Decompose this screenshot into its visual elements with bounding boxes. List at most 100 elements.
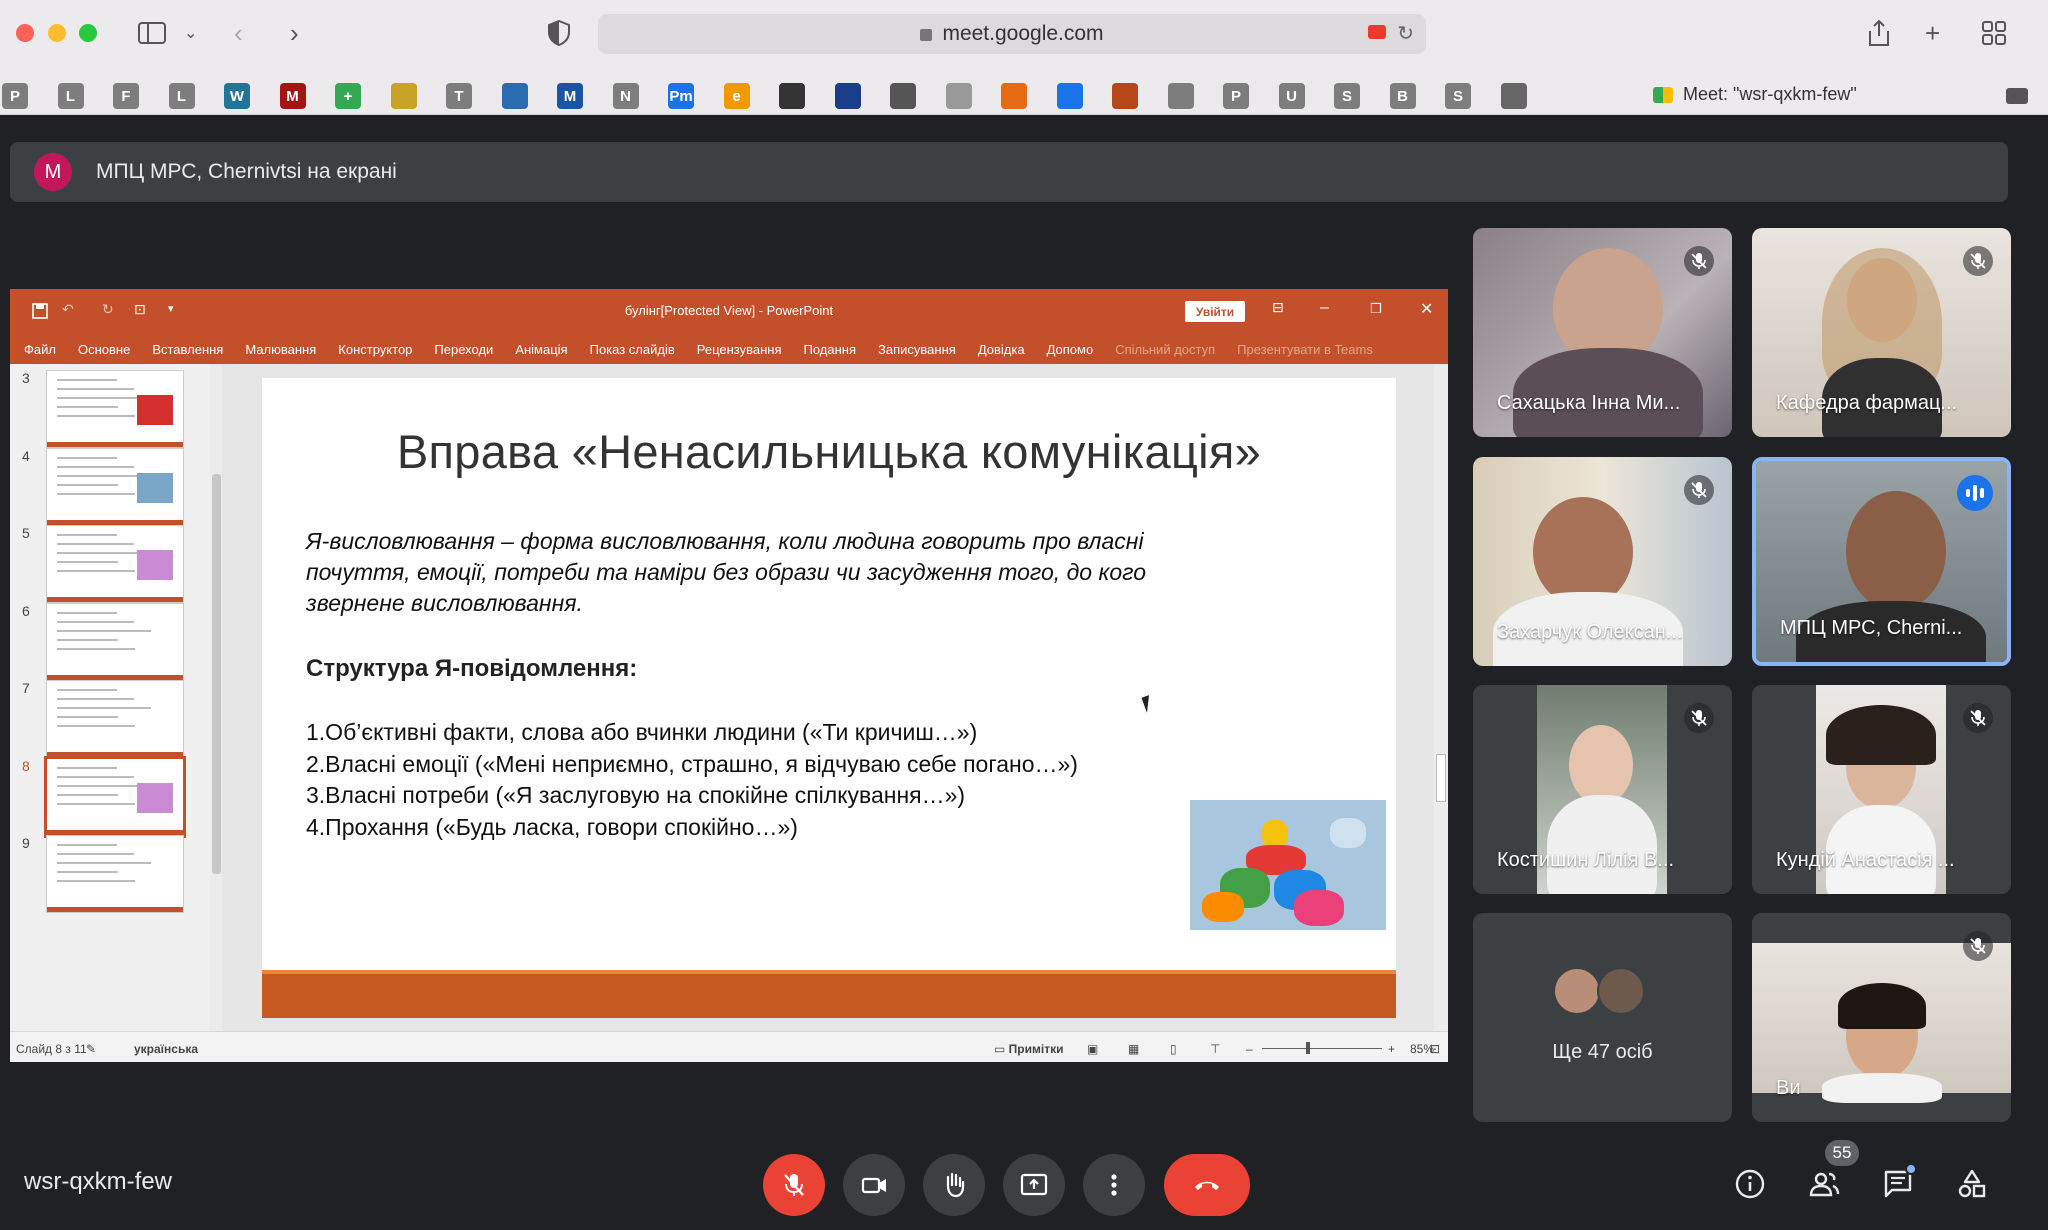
share-icon[interactable] [1868, 14, 1890, 52]
bookmark-icon[interactable]: L [168, 83, 195, 109]
bookmark-icon[interactable] [501, 83, 528, 109]
slide-thumbnail[interactable]: 9 [10, 833, 210, 917]
bookmark-icon[interactable]: M [557, 83, 583, 109]
new-tab-icon[interactable]: + [1925, 14, 1940, 52]
participant-tile-speaking[interactable]: МПЦ МРС, Cherni... [1752, 457, 2011, 666]
zoom-slider[interactable] [1262, 1048, 1382, 1049]
active-tab[interactable]: Meet: "wsr-qxkm-few" [1653, 84, 1857, 105]
reading-view-icon[interactable]: ▯ [1170, 1042, 1177, 1056]
spellcheck-icon[interactable]: ✎ [86, 1042, 96, 1056]
bookmark-icon[interactable]: F [113, 83, 139, 109]
slide-thumbnail[interactable]: 6 [10, 601, 210, 685]
share-button[interactable]: Спільний доступ [1115, 342, 1215, 357]
camera-in-use-icon[interactable] [1368, 25, 1386, 39]
slideshow-view-icon[interactable]: ⊤ [1210, 1042, 1220, 1056]
ribbon-tab[interactable]: Файл [24, 342, 56, 357]
bookmark-icon[interactable]: U [1278, 83, 1305, 109]
slide-thumbnail[interactable]: 7 [10, 678, 210, 762]
participant-tile[interactable]: Кафедра фармац... [1752, 228, 2011, 437]
zoom-out-icon[interactable]: – [1246, 1042, 1253, 1056]
close-window-button[interactable] [16, 24, 34, 42]
more-participants-tile[interactable]: Ще 47 осіб [1473, 913, 1732, 1122]
close-icon[interactable]: ✕ [1420, 299, 1433, 319]
bookmark-icon[interactable]: + [335, 83, 361, 109]
ribbon-tab[interactable]: Довідка [978, 342, 1025, 357]
bookmark-icon[interactable]: B [1389, 83, 1416, 109]
bookmark-icon[interactable]: T [446, 83, 472, 109]
bookmark-icon[interactable]: M [279, 83, 306, 109]
zoom-slider-handle[interactable] [1306, 1042, 1310, 1054]
people-button[interactable] [1802, 1162, 1846, 1206]
ribbon-display-icon[interactable]: ⊟ [1272, 299, 1284, 316]
self-view-tile[interactable]: Ви [1752, 913, 2011, 1122]
bookmark-icon[interactable] [1001, 83, 1027, 109]
present-now-button[interactable] [1003, 1154, 1065, 1216]
forward-arrow-icon[interactable]: › [290, 14, 299, 52]
bookmark-icon[interactable] [890, 83, 916, 109]
bookmark-icon[interactable] [1112, 83, 1138, 109]
bookmark-icon[interactable] [834, 83, 861, 109]
bookmark-icon[interactable] [779, 83, 805, 109]
address-bar[interactable]: meet.google.com ↻ [598, 14, 1426, 54]
more-options-button[interactable] [1083, 1154, 1145, 1216]
slide-thumbnail[interactable]: 8 [10, 755, 210, 840]
bookmark-icon[interactable]: L [57, 83, 84, 109]
normal-view-icon[interactable]: ▣ [1087, 1042, 1098, 1056]
restore-icon[interactable]: ❐ [1370, 301, 1382, 317]
tab-overview-icon[interactable] [1982, 14, 2006, 52]
fit-to-window-icon[interactable]: ⊡ [1430, 1042, 1440, 1056]
slide-thumbnail[interactable]: 3 [10, 368, 210, 452]
slide-sorter-icon[interactable]: ▦ [1128, 1042, 1139, 1056]
ribbon-tab[interactable]: Основне [78, 342, 130, 357]
camera-toggle-button[interactable] [843, 1154, 905, 1216]
minimize-icon[interactable]: – [1320, 299, 1329, 317]
ribbon-tab[interactable]: Малювання [245, 342, 316, 357]
reload-icon[interactable]: ↻ [1397, 21, 1414, 46]
ribbon-tab[interactable]: Допомо [1047, 342, 1094, 357]
leave-call-button[interactable] [1164, 1154, 1250, 1216]
ribbon-tab[interactable]: Анімація [515, 342, 567, 357]
ribbon-tab[interactable]: Конструктор [338, 342, 412, 357]
ribbon-tab[interactable]: Записування [878, 342, 956, 357]
bookmark-icon[interactable] [1500, 83, 1527, 109]
notes-button[interactable]: ▭ Примітки [994, 1042, 1063, 1056]
chevron-down-icon[interactable]: ⌄ [184, 14, 197, 52]
sidebar-icon[interactable] [135, 14, 169, 52]
language-indicator[interactable]: українська [134, 1042, 198, 1056]
bookmark-icon[interactable]: S [1445, 83, 1471, 109]
bookmark-icon[interactable]: N [612, 83, 639, 109]
bookmark-icon[interactable]: S [1334, 83, 1360, 109]
bookmark-icon[interactable]: P [2, 83, 28, 109]
participant-tile[interactable]: Костишин Лілія В... [1473, 685, 1732, 894]
zoom-in-icon[interactable]: + [1388, 1042, 1395, 1056]
participant-tile[interactable]: Захарчук Олексан... [1473, 457, 1732, 666]
back-arrow-icon[interactable]: ‹ [234, 14, 243, 52]
ribbon-tab[interactable]: Вставлення [152, 342, 223, 357]
bookmark-icon[interactable] [390, 83, 417, 109]
participant-tile[interactable]: Сахацька Інна Ми... [1473, 228, 1732, 437]
ribbon-tab[interactable]: Показ слайдів [590, 342, 675, 357]
present-in-teams-button[interactable]: Презентувати в Teams [1237, 342, 1373, 357]
shield-icon[interactable] [548, 14, 570, 52]
ribbon-tab[interactable]: Переходи [434, 342, 493, 357]
slide-scrollbar[interactable] [1434, 364, 1448, 1031]
bookmark-icon[interactable] [1167, 83, 1194, 109]
raise-hand-button[interactable] [923, 1154, 985, 1216]
bookmark-icon[interactable] [1056, 83, 1083, 109]
bookmark-icon[interactable]: P [1223, 83, 1249, 109]
bookmark-icon[interactable]: e [723, 83, 750, 109]
signin-button[interactable]: Увійти [1185, 301, 1245, 322]
activities-button[interactable] [1950, 1162, 1994, 1206]
ribbon-tab[interactable]: Подання [804, 342, 857, 357]
participant-tile[interactable]: Кундій Анастасія ... [1752, 685, 2011, 894]
bookmark-icon[interactable] [945, 83, 972, 109]
minimize-window-button[interactable] [48, 24, 66, 42]
ribbon-tab[interactable]: Рецензування [697, 342, 782, 357]
microphone-toggle-button[interactable] [763, 1154, 825, 1216]
meeting-details-button[interactable] [1728, 1162, 1772, 1206]
thumbnail-scrollbar[interactable] [210, 364, 222, 1031]
zoom-window-button[interactable] [79, 24, 97, 42]
slide-thumbnail[interactable]: 4 [10, 446, 210, 530]
slide-thumbnail[interactable]: 5 [10, 523, 210, 607]
bookmark-icon[interactable]: Pm [668, 83, 694, 109]
